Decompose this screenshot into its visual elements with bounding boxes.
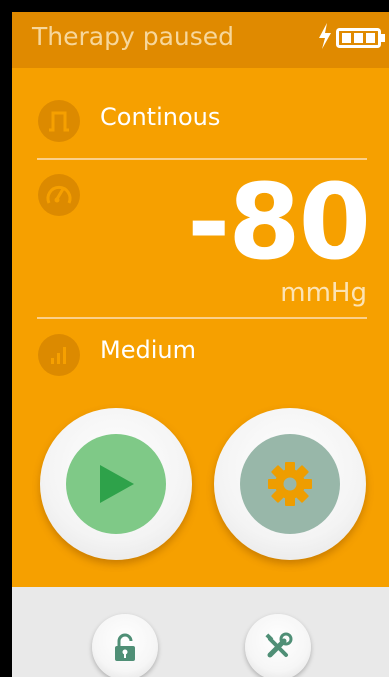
pressure-value[interactable]: -80 xyxy=(187,170,371,274)
therapy-status-text: Therapy paused xyxy=(32,22,235,51)
pressure-unit: mmHg xyxy=(280,278,367,308)
intensity-level-label[interactable]: Medium xyxy=(100,336,196,364)
therapy-mode-label[interactable]: Continous xyxy=(100,103,220,131)
screen-lock-button[interactable] xyxy=(92,614,158,677)
therapy-device-screen: Therapy paused Continous -80 mmHg Medium xyxy=(12,12,389,677)
play-icon xyxy=(100,465,134,503)
tools-icon xyxy=(265,632,293,658)
status-bar: Therapy paused xyxy=(12,12,389,68)
square-wave-icon xyxy=(38,100,80,142)
gauge-icon xyxy=(38,174,80,216)
settings-button-face xyxy=(240,434,340,534)
therapy-settings-button[interactable] xyxy=(214,408,366,560)
battery-icon xyxy=(336,28,385,48)
start-therapy-button[interactable] xyxy=(40,408,192,560)
signal-bars-icon xyxy=(38,334,80,376)
unlock-icon xyxy=(115,633,135,661)
tools-button[interactable] xyxy=(245,614,311,677)
divider xyxy=(37,317,367,319)
play-button-face xyxy=(66,434,166,534)
bolt-icon xyxy=(319,23,331,49)
divider xyxy=(37,158,367,160)
bottom-toolbar xyxy=(12,587,389,677)
gear-icon xyxy=(268,462,312,506)
